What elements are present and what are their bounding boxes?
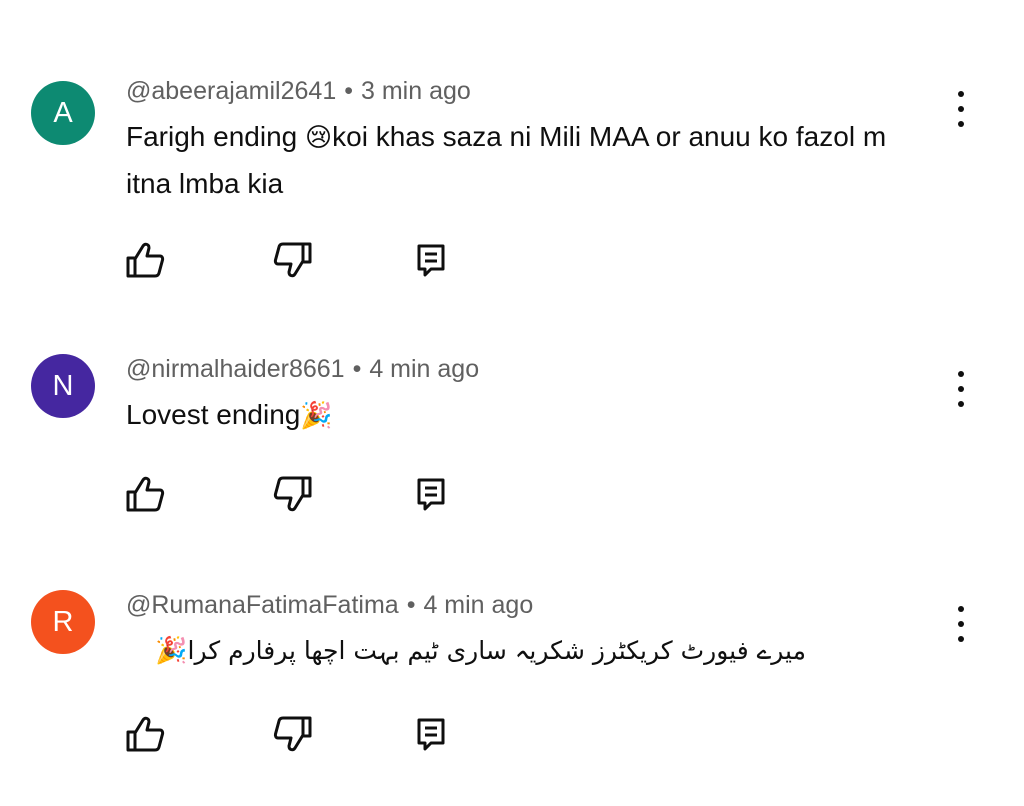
like-icon[interactable]	[124, 714, 166, 754]
dislike-icon[interactable]	[272, 240, 314, 280]
comment-text-part: میرے فیورٹ کریکٹرز شکریہ ساری ٹیم بہت اچ…	[187, 636, 807, 665]
comment-actions	[124, 240, 445, 280]
comment-actions	[124, 714, 445, 754]
comment-time: 4 min ago	[423, 591, 534, 619]
comment-meta: @nirmalhaider8661 • 4 min ago	[126, 354, 479, 384]
comment-text: میرے فیورٹ کریکٹرز شکریہ ساری ٹیم بہت اچ…	[126, 628, 806, 674]
more-vert-icon[interactable]	[948, 89, 974, 129]
comment-text: Lovest ending🎉	[126, 392, 936, 439]
crying-face-emoji: 😢	[305, 123, 333, 153]
more-vert-icon[interactable]	[948, 604, 974, 644]
author-handle[interactable]: @nirmalhaider8661	[126, 355, 345, 383]
comment-text-part: Lovest ending	[126, 399, 301, 430]
dislike-icon[interactable]	[272, 714, 314, 754]
comment-meta: @abeerajamil2641 • 3 min ago	[126, 76, 471, 106]
meta-separator: •	[352, 355, 362, 383]
author-handle[interactable]: @RumanaFatimaFatima	[126, 591, 399, 619]
comment-text: Farigh ending 😢koi khas saza ni Mili MAA…	[126, 114, 936, 207]
like-icon[interactable]	[124, 474, 166, 514]
reply-icon[interactable]	[410, 240, 452, 280]
reply-icon[interactable]	[410, 474, 452, 514]
reply-icon[interactable]	[410, 714, 452, 754]
avatar[interactable]: A	[31, 81, 95, 145]
comment-time: 4 min ago	[369, 355, 480, 383]
more-vert-icon[interactable]	[948, 369, 974, 409]
meta-separator: •	[344, 77, 353, 105]
avatar[interactable]: N	[31, 354, 95, 418]
like-icon[interactable]	[124, 240, 166, 280]
author-handle[interactable]: @abeerajamil2641	[126, 77, 336, 105]
party-popper-emoji: 🎉	[300, 401, 333, 431]
comment-actions	[124, 474, 445, 514]
avatar[interactable]: R	[31, 590, 95, 654]
meta-separator: •	[406, 591, 416, 619]
party-popper-emoji: 🎉	[155, 636, 188, 666]
comment-time: 3 min ago	[361, 77, 471, 105]
dislike-icon[interactable]	[272, 474, 314, 514]
comment-meta: @RumanaFatimaFatima • 4 min ago	[126, 590, 533, 620]
comment-text-part: Farigh ending	[126, 121, 306, 152]
